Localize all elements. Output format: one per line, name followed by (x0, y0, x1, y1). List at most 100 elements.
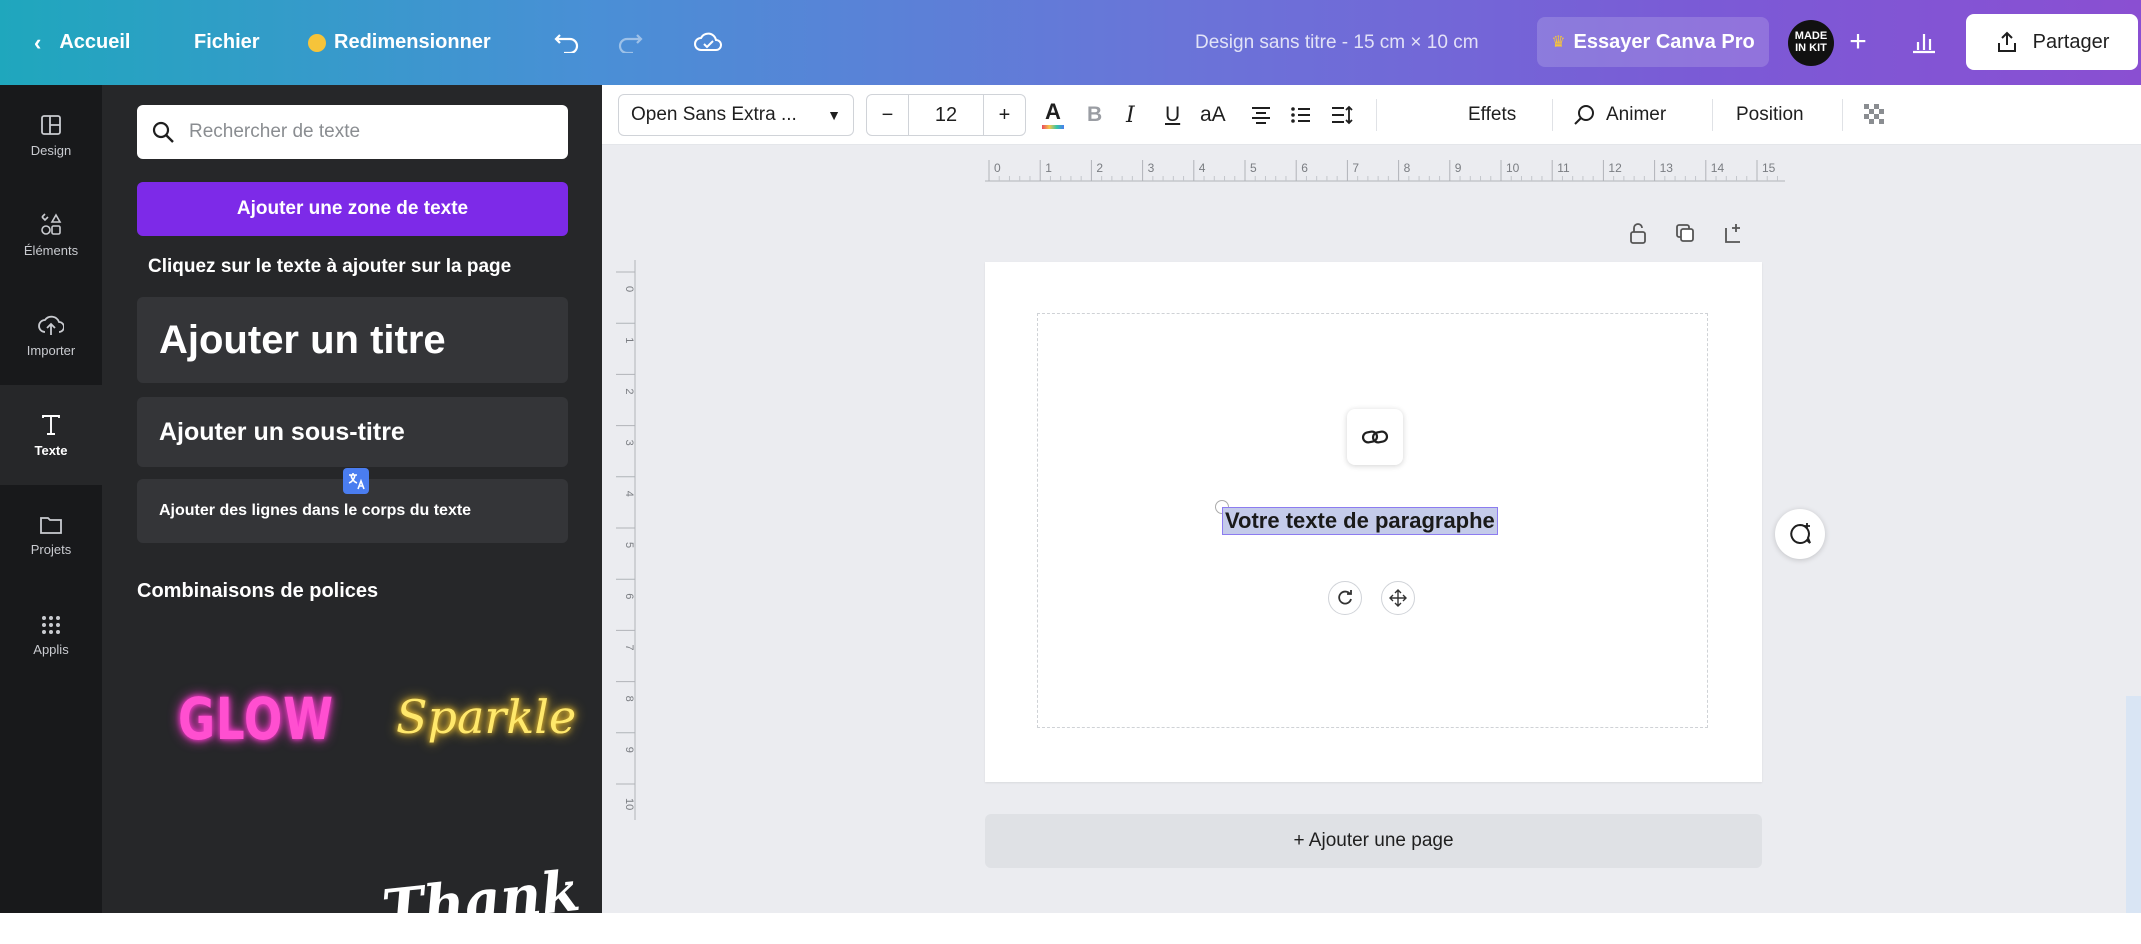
rail-item-elements[interactable]: Éléments (0, 185, 102, 285)
rail-item-projects[interactable]: Projets (0, 485, 102, 585)
ruler-tick-label: 2 (1096, 161, 1103, 175)
ruler-tick-label: 6 (623, 593, 635, 599)
editor-toolbar: Open Sans Extra ... ▼ − 12 + A B I U aA … (602, 85, 2141, 145)
ruler-tick-label: 8 (1404, 161, 1411, 175)
resize-button[interactable]: Redimensionner (308, 0, 491, 85)
cloud-upload-icon (38, 315, 64, 335)
rail-item-design[interactable]: Design (0, 85, 102, 185)
rail-label-elements: Éléments (23, 242, 79, 258)
share-button[interactable]: Partager (1966, 14, 2138, 70)
ruler-tick-label: 1 (623, 337, 635, 343)
search-input[interactable] (189, 121, 549, 143)
undo-button[interactable] (549, 24, 585, 60)
position-button[interactable]: Position (1736, 85, 1804, 145)
share-upload-icon (1997, 31, 2016, 52)
add-page-above-button[interactable] (1722, 222, 1744, 244)
move-button[interactable] (1381, 581, 1415, 615)
increase-font-size-button[interactable]: + (983, 95, 1025, 135)
ruler-tick-label: 0 (623, 286, 635, 292)
spacing-button[interactable] (1330, 85, 1354, 145)
add-member-button[interactable]: + (1840, 24, 1876, 60)
lock-page-button[interactable] (1628, 222, 1648, 244)
try-pro-label: Essayer Canva Pro (1573, 30, 1755, 53)
selected-text-box[interactable]: Votre texte de paragraphe (1222, 507, 1498, 535)
toolbar-divider (1552, 99, 1553, 131)
font-size-input[interactable]: 12 (909, 95, 983, 135)
link-button[interactable] (1347, 409, 1403, 465)
file-menu-button[interactable]: Fichier (194, 0, 260, 85)
horizontal-ruler: 0 1 2 3 4 5 6 7 8 9 10 11 12 13 14 15 (985, 160, 1785, 182)
text-search-box[interactable] (137, 105, 568, 159)
chevron-down-icon: ▼ (827, 107, 841, 123)
animate-button[interactable]: Animer (1572, 85, 1666, 145)
chevron-left-icon: ‹ (34, 29, 42, 55)
avatar[interactable]: MADE IN KIT (1788, 20, 1834, 66)
home-label: Accueil (59, 31, 131, 53)
ruler-tick-label: 1 (1045, 161, 1052, 175)
translate-icon[interactable] (343, 468, 369, 494)
home-back-button[interactable]: ‹ Accueil (34, 0, 130, 85)
ruler-tick-label: 8 (623, 696, 635, 702)
window-edge (2126, 696, 2141, 913)
letter-case-button[interactable]: aA (1200, 85, 1226, 145)
add-page-button[interactable]: + Ajouter une page (985, 814, 1762, 868)
text-color-glyph: A (1045, 98, 1061, 124)
effects-button[interactable]: Effets (1468, 85, 1516, 145)
add-comment-button[interactable] (1775, 509, 1825, 559)
line-spacing-icon (1332, 105, 1353, 125)
panel-hint: Cliquez sur le texte à ajouter sur la pa… (148, 256, 512, 277)
rail-label-apps: Applis (33, 641, 69, 657)
toolbar-divider (1842, 99, 1843, 131)
save-status-button[interactable] (690, 24, 726, 60)
try-pro-button[interactable]: ♛ Essayer Canva Pro (1537, 17, 1769, 67)
side-rail: Design Éléments Importer Texte Projets A… (0, 85, 102, 913)
resize-label: Redimensionner (334, 31, 491, 53)
ruler-tick-label: 11 (1557, 161, 1570, 175)
toolbar-divider (1376, 99, 1377, 131)
ruler-tick-label: 10 (623, 798, 635, 810)
underline-button[interactable]: U (1165, 85, 1180, 145)
rotate-icon (1338, 590, 1352, 605)
rail-item-apps[interactable]: Applis (0, 585, 102, 685)
ruler-tick-label: 15 (1762, 161, 1776, 175)
share-label: Partager (2032, 30, 2110, 53)
align-button[interactable] (1250, 85, 1272, 145)
font-family-select[interactable]: Open Sans Extra ... ▼ (618, 94, 854, 136)
insights-button[interactable] (1906, 24, 1942, 60)
duplicate-page-button[interactable] (1674, 222, 1696, 244)
search-icon (152, 121, 174, 143)
design-title[interactable]: Design sans titre - 15 cm × 10 cm (1195, 0, 1479, 85)
bar-chart-icon (1913, 34, 1935, 54)
font-combo-glow[interactable]: GLOW (178, 685, 334, 753)
file-menu-label: Fichier (194, 31, 260, 53)
font-combo-sparkle[interactable]: Sparkle (396, 690, 576, 744)
folder-icon (40, 516, 62, 534)
ruler-tick-label: 12 (1608, 161, 1622, 175)
align-center-icon (1252, 107, 1270, 124)
add-heading-card[interactable]: Ajouter un titre (137, 297, 568, 383)
bold-button[interactable]: B (1087, 85, 1102, 145)
ruler-tick-label: 4 (1199, 161, 1206, 175)
move-icon (1389, 589, 1407, 607)
italic-button[interactable]: I (1126, 85, 1135, 145)
ruler-tick-label: 2 (623, 388, 635, 394)
translate-glyph-icon (348, 473, 365, 490)
redo-button[interactable] (612, 24, 648, 60)
rail-item-text[interactable]: Texte (0, 385, 102, 485)
text-color-button[interactable]: A (1042, 85, 1064, 145)
add-subheading-card[interactable]: Ajouter un sous-titre (137, 397, 568, 467)
ruler-tick-label: 5 (623, 542, 635, 548)
animate-label: Animer (1606, 104, 1667, 125)
text-color-swatch (1042, 124, 1064, 129)
rail-label-upload: Importer (26, 342, 76, 358)
decrease-font-size-button[interactable]: − (867, 95, 909, 135)
shapes-icon (41, 212, 62, 235)
rotate-button[interactable] (1328, 581, 1362, 615)
crown-icon: ♛ (1551, 34, 1566, 51)
transparency-button[interactable] (1862, 85, 1888, 145)
rail-item-upload[interactable]: Importer (0, 285, 102, 385)
apps-grid-icon (42, 615, 60, 634)
list-button[interactable] (1290, 85, 1312, 145)
ruler-tick-label: 9 (623, 747, 635, 753)
add-textbox-button[interactable]: Ajouter une zone de texte (137, 182, 568, 236)
